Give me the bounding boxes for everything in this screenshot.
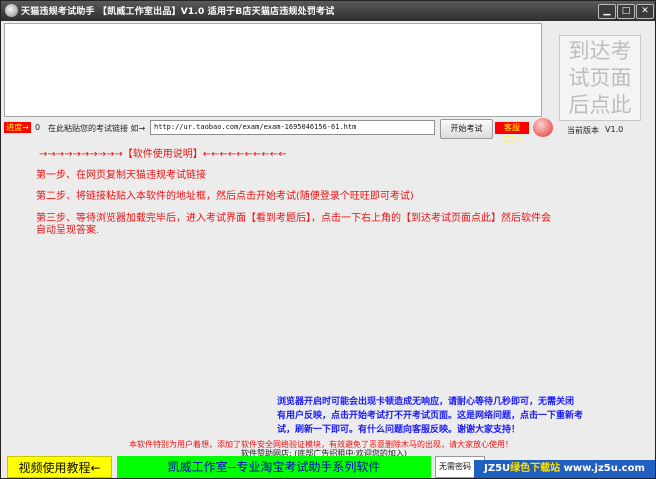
version-label: 当前版本	[567, 126, 599, 135]
instruction-step-3-continued: 自动呈现答案.	[36, 225, 100, 236]
watermark-url: www.jz5u.com	[563, 463, 645, 474]
maximize-button[interactable]: □	[617, 4, 635, 19]
close-button[interactable]: ✕	[636, 4, 654, 19]
notice-line: 试，刷新一下即可。有什么问题向客服反映。谢谢大家支持！	[277, 425, 521, 435]
window-title: 天猫违规考试助手 【凯威工作室出品】V1.0 适用于B店天猫店违规处罚考试	[21, 7, 335, 17]
version-value: V1.0	[605, 125, 624, 134]
instructions-header: →→→→→→→→→→【软件使用说明】←←←←←←←←←←	[39, 149, 287, 160]
video-tutorial-button[interactable]: 视频使用教程←	[7, 456, 112, 478]
qq-penguin-icon[interactable]	[533, 118, 553, 137]
exam-url-input[interactable]	[150, 120, 435, 135]
cat-app-icon	[5, 4, 18, 17]
paste-hint-label: 在此粘贴您的考试链接 如→	[48, 124, 146, 133]
progress-value: 0	[35, 123, 41, 132]
main-window: 天猫违规考试助手 【凯威工作室出品】V1.0 适用于B店天猫店违规处罚考试 ▁ …	[0, 0, 656, 479]
instruction-step-2: 第二步、将链接粘贴入本软件的地址框，然后点击开始考试(随便登录个旺旺即可考试)	[36, 191, 414, 202]
minimize-button[interactable]: ▁	[598, 4, 616, 19]
instruction-step-3: 第三步、等待浏览器加载完毕后，进入考试界面【看到考题后】，点击一下右上角的【到达…	[36, 213, 551, 224]
goto-exam-page-button[interactable]: 到达考试页面后点此	[559, 35, 641, 121]
watermark-site-name: 绿色下载站	[510, 463, 561, 474]
instruction-step-1: 第一步、在网页复制天猫违规考试链接	[36, 170, 206, 181]
progress-label: 进度→	[4, 122, 31, 133]
notice-line: 有用户反映，点击开始考试打不开考试页面。这是网络问题，点击一下重新考	[277, 411, 584, 421]
site-watermark: JZ5U绿色下载站 www.jz5u.com	[474, 460, 655, 478]
title-bar: 天猫违规考试助手 【凯威工作室出品】V1.0 适用于B店天猫店违规处罚考试 ▁ …	[1, 1, 655, 21]
start-exam-button[interactable]: 开始考试	[440, 119, 493, 139]
studio-banner[interactable]: 凯威工作室--专业淘宝考试助手系列软件	[117, 456, 431, 478]
notice-text: 浏览器开启时可能会出现卡顿造成无响应，请耐心等待几秒即可，无需关闭 有用户反映，…	[277, 395, 599, 437]
support-qq-label: 客服QQ→	[495, 122, 529, 144]
notice-line: 浏览器开启时可能会出现卡顿造成无响应，请耐心等待几秒即可，无需关闭	[277, 397, 575, 407]
output-text-area[interactable]	[4, 23, 542, 117]
watermark-brand: JZ5U	[484, 463, 511, 474]
